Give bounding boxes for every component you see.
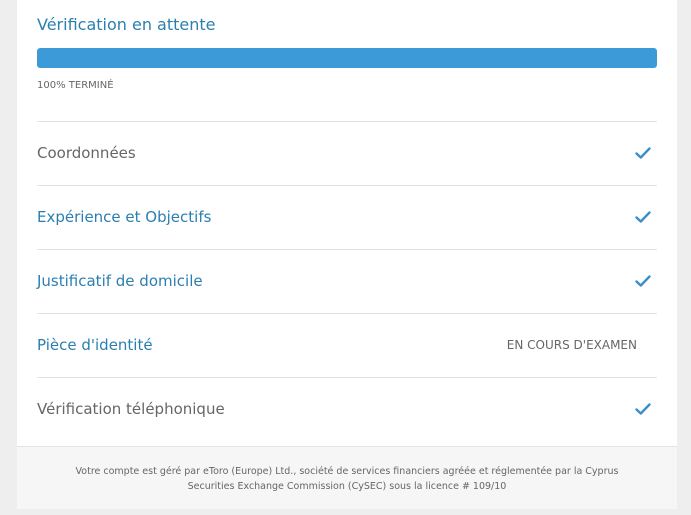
step-proof-of-address[interactable]: Justificatif de domicile (37, 249, 657, 313)
step-label[interactable]: Pièce d'identité (37, 336, 153, 354)
verification-card: Vérification en attente 100% TERMINÉ Coo… (17, 0, 677, 509)
progress-bar (37, 48, 657, 68)
step-experience-objectives[interactable]: Expérience et Objectifs (37, 185, 657, 249)
status-badge: EN COURS D'EXAMEN (506, 338, 637, 352)
step-contact-details: Coordonnées (37, 121, 657, 185)
footer-line-1: Votre compte est géré par eToro (Europe)… (75, 466, 619, 477)
step-phone-verification: Vérification téléphonique (37, 377, 657, 441)
step-label: Vérification téléphonique (37, 400, 225, 418)
footer-line-2: Securities Exchange Commission (CySEC) s… (187, 481, 507, 492)
step-label[interactable]: Justificatif de domicile (37, 272, 203, 290)
verification-title: Vérification en attente (37, 15, 216, 34)
progress-label: 100% TERMINÉ (37, 80, 114, 91)
step-label: Coordonnées (37, 144, 136, 162)
check-icon (635, 211, 651, 223)
verification-steps: Coordonnées Expérience et Objectifs Just… (37, 121, 657, 441)
regulatory-footer: Votre compte est géré par eToro (Europe)… (17, 446, 677, 509)
check-icon (635, 275, 651, 287)
check-icon (635, 403, 651, 415)
step-label[interactable]: Expérience et Objectifs (37, 208, 211, 226)
progress-bar-fill (37, 48, 657, 68)
step-identity-document[interactable]: Pièce d'identité EN COURS D'EXAMEN (37, 313, 657, 377)
check-icon (635, 147, 651, 159)
